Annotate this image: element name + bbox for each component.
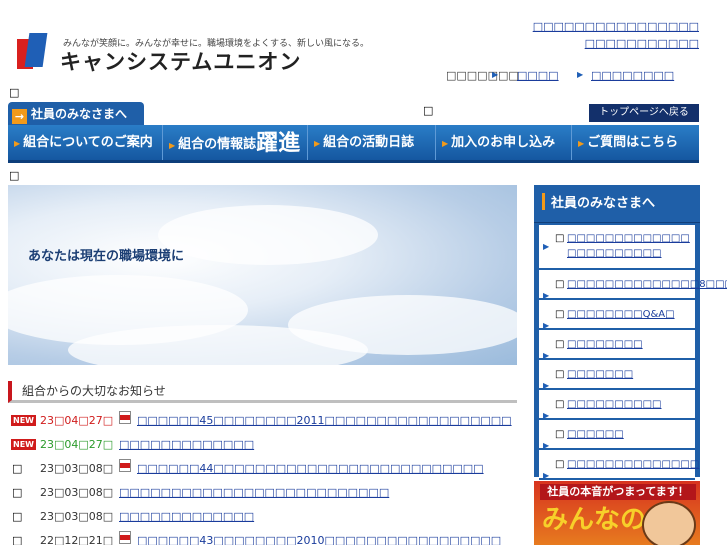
header-link-1[interactable]: □□□□□□□□□□□□□□□□ bbox=[533, 18, 699, 35]
sidebar-item[interactable]: ▶ □ □□□□□□□□ bbox=[539, 330, 695, 360]
sidebar-item-mark: □ bbox=[555, 233, 565, 244]
sidebar-item-link[interactable]: □□□□□□□□Q&A□ bbox=[567, 309, 675, 320]
news-date: 23□03□08□ bbox=[40, 486, 114, 499]
sidebar-list: ▶ □ □□□□□□□□□□□□□ □□□□□□□□□□ ▶ □ □□□□□□□□□□□□□… bbox=[539, 225, 727, 480]
news-mark: □ bbox=[12, 510, 23, 523]
main-nav: ▶ 組合についてのご案内 ▶ 組合の情報誌躍進 ▶ 組合の活動日誌 ▶ 加入のお申し込み… bbox=[8, 125, 699, 163]
news-row: □ 23□03□08□ □□□□□□44□□□□□□□□□□□□□□□□□□□□□□… bbox=[8, 458, 517, 482]
triangle-icon: ▶ bbox=[492, 70, 499, 79]
triangle-icon: ▶ bbox=[314, 139, 321, 148]
banner-title: みんなの bbox=[542, 505, 647, 535]
sidebar-item-mark: □ bbox=[555, 309, 565, 320]
news-title-link[interactable]: □□□□□□□□□□□□□ bbox=[119, 438, 254, 451]
sidebar-item-link[interactable]: □□□□□□□□□□□□□□ bbox=[567, 459, 699, 470]
nav-item-diary[interactable]: ▶ 組合の活動日誌 bbox=[308, 125, 436, 160]
news-mark: □ bbox=[12, 486, 23, 499]
arrow-right-icon: → bbox=[12, 109, 27, 124]
voices-banner[interactable]: 社員の本音がつまってます！ みんなの bbox=[534, 481, 700, 545]
nav-item-questions[interactable]: ▶ ご質問はこちら bbox=[572, 125, 699, 160]
sidebar-item-link[interactable]: □□□□□□ bbox=[567, 429, 624, 440]
news-list: NEW 23□04□27□ □□□□□□45□□□□□□□□2011□□□□□□□□… bbox=[8, 410, 517, 545]
sidebar-item[interactable]: ▶□□□□□□□□□□□□□□□8□□□□□ bbox=[539, 270, 727, 300]
sidebar-item-mark: □ bbox=[555, 339, 565, 350]
sidebar-item[interactable]: ▶ □ □□□□□□□□Q&A□ bbox=[539, 300, 695, 330]
sidebar-item[interactable]: ▶ □ □□□□□□□□□□□□□□ bbox=[539, 450, 699, 480]
logo-icon[interactable] bbox=[17, 33, 49, 69]
triangle-icon: ▶ bbox=[169, 141, 176, 150]
header-links: □□□□□□□□□□□□□□□□ □□□□□□□□□□□ bbox=[533, 18, 699, 52]
news-date: 23□03□08□ bbox=[40, 462, 114, 475]
sidebar-item-mark: □ bbox=[555, 399, 565, 410]
header: みんなが笑顔に。みんなが幸せに。職場環境をよくする、新しい風になる。 キャンシス… bbox=[0, 0, 727, 88]
tab-staff[interactable]: → 社員のみなさまへ bbox=[8, 102, 144, 126]
face-illustration-icon bbox=[642, 501, 696, 545]
hero-banner: あなたは現在の職場環境に bbox=[8, 185, 517, 365]
logo-name[interactable]: キャンシステムユニオン bbox=[60, 46, 301, 76]
news-date: 23□03□08□ bbox=[40, 510, 114, 523]
sidebar-item[interactable]: ▶ □ □□□□□□□ bbox=[539, 360, 695, 390]
news-row: □ 22□12□21□ □□□□□□43□□□□□□□□2010□□□□□□□□□□… bbox=[8, 530, 517, 545]
news-row: NEW 23□04□27□ □□□□□□45□□□□□□□□2011□□□□□□□□… bbox=[8, 410, 517, 434]
new-badge: NEW bbox=[11, 439, 36, 450]
news-title-link[interactable]: □□□□□□□□□□□□□□□□□□□□□□□□□□ bbox=[119, 486, 389, 499]
sidebar: 社員のみなさまへ ▶ □ □□□□□□□□□□□□□ □□□□□□□□□□ ▶ □ □□□□… bbox=[534, 185, 727, 480]
triangle-icon: ▶ bbox=[14, 139, 21, 148]
new-badge: NEW bbox=[11, 415, 36, 426]
news-date: 23□04□27□ bbox=[40, 438, 114, 451]
news-row: □ 23□03□08□ □□□□□□□□□□□□□ bbox=[8, 506, 517, 530]
sidebar-item[interactable]: ▶ □ □□□□□□ bbox=[539, 420, 695, 450]
header-nav-link-2[interactable]: □□□□□□□□ bbox=[591, 69, 674, 82]
triangle-icon: ▶ bbox=[442, 139, 449, 148]
news-heading: 組合からの大切なお知らせ bbox=[8, 381, 517, 403]
sidebar-item-link-line2[interactable]: □□□□□□□□□□ bbox=[567, 248, 661, 259]
sidebar-item-link[interactable]: □□□□□□□□□□□□□□8□□□□□ bbox=[567, 279, 727, 290]
sidebar-item-mark: □ bbox=[555, 429, 565, 440]
sidebar-item-link[interactable]: □□□□□□□□□□ bbox=[567, 399, 661, 410]
triangle-icon: ▶ bbox=[578, 139, 585, 148]
stray-mark: □ bbox=[9, 86, 20, 99]
header-nav-label: □□□□□□□ bbox=[446, 69, 519, 82]
pdf-icon bbox=[119, 459, 131, 472]
stray-mark: □ bbox=[423, 104, 434, 117]
pdf-icon bbox=[119, 411, 131, 424]
news-title-link[interactable]: □□□□□□□□□□□□□ bbox=[119, 510, 254, 523]
news-title-link[interactable]: □□□□□□43□□□□□□□□2010□□□□□□□□□□□□□□□□□ bbox=[137, 534, 501, 545]
sidebar-item-mark: □ bbox=[555, 459, 565, 470]
sidebar-item[interactable]: ▶ □ □□□□□□□□□□ bbox=[539, 390, 695, 420]
sidebar-item-link[interactable]: □□□□□□□ bbox=[567, 369, 633, 380]
news-mark: □ bbox=[12, 462, 23, 475]
news-mark: □ bbox=[12, 534, 23, 545]
news-title-link[interactable]: □□□□□□45□□□□□□□□2011□□□□□□□□□□□□□□□□□□ bbox=[137, 414, 512, 427]
news-title-link[interactable]: □□□□□□44□□□□□□□□□□□□□□□□□□□□□□□□□□ bbox=[137, 462, 484, 475]
news-row: □ 23□03□08□ □□□□□□□□□□□□□□□□□□□□□□□□□□ bbox=[8, 482, 517, 506]
news-date: 23□04□27□ bbox=[40, 414, 114, 427]
nav-item-join[interactable]: ▶ 加入のお申し込み bbox=[436, 125, 572, 160]
heading-bar bbox=[542, 193, 545, 210]
header-link-2[interactable]: □□□□□□□□□□□ bbox=[533, 35, 699, 52]
top-page-button[interactable]: トップページへ戻る bbox=[589, 104, 699, 122]
sidebar-item-link[interactable]: □□□□□□□□□□□□□ bbox=[567, 233, 690, 244]
triangle-icon: ▶ bbox=[577, 70, 584, 79]
sidebar-item[interactable]: ▶ □ □□□□□□□□□□□□□ □□□□□□□□□□ bbox=[539, 225, 695, 270]
tab-staff-label: 社員のみなさまへ bbox=[31, 107, 128, 121]
sidebar-heading: 社員のみなさまへ bbox=[534, 185, 700, 223]
header-nav-link-1[interactable]: □□□□ bbox=[517, 69, 559, 82]
stray-mark: □ bbox=[9, 169, 20, 182]
pdf-icon bbox=[119, 531, 131, 544]
hero-text: あなたは現在の職場環境に bbox=[28, 249, 185, 264]
sidebar-item-link[interactable]: □□□□□□□□ bbox=[567, 339, 643, 350]
tab-row: → 社員のみなさまへ □ トップページへ戻る bbox=[8, 102, 699, 126]
news-row: NEW 23□04□27□ □□□□□□□□□□□□□ bbox=[8, 434, 517, 458]
triangle-icon: ▶ bbox=[543, 242, 550, 251]
sidebar-item-mark: □ bbox=[555, 279, 565, 290]
news-date: 22□12□21□ bbox=[40, 534, 114, 545]
sidebar-item-mark: □ bbox=[555, 369, 565, 380]
nav-item-about[interactable]: ▶ 組合についてのご案内 bbox=[8, 125, 163, 160]
nav-item-magazine[interactable]: ▶ 組合の情報誌躍進 bbox=[163, 125, 308, 160]
banner-caption: 社員の本音がつまってます！ bbox=[540, 484, 696, 500]
